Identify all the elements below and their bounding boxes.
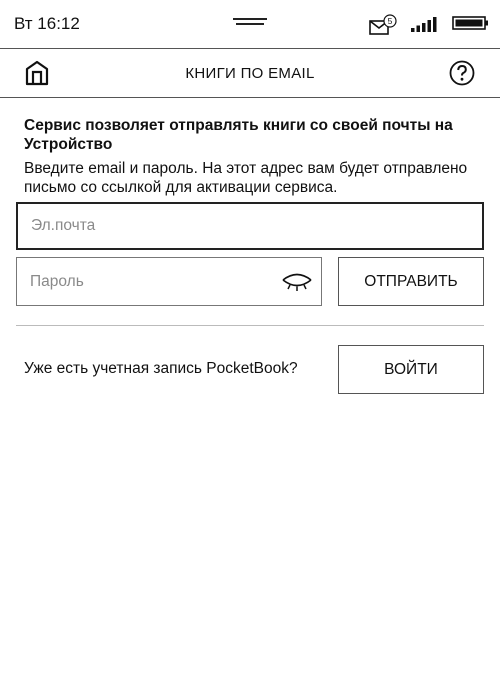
page-title: КНИГИ ПО EMAIL [185, 65, 315, 82]
intro-description: Введите email и пароль. На этот адрес ва… [24, 160, 468, 196]
email-input[interactable] [18, 204, 482, 248]
send-button[interactable]: ОТПРАВИТЬ [338, 257, 484, 306]
login-button[interactable]: ВОЙТИ [338, 345, 484, 394]
header: КНИГИ ПО EMAIL [0, 49, 500, 97]
help-icon[interactable] [449, 60, 475, 86]
email-field[interactable] [16, 202, 484, 250]
account-question: Уже есть учетная запись PocketBook? [24, 360, 298, 377]
eye-closed-icon[interactable] [281, 272, 313, 292]
menu-handle-icon[interactable] [233, 18, 267, 20]
status-time: Вт 16:12 [14, 14, 80, 33]
menu-handle-icon-line[interactable] [236, 23, 264, 25]
signal-icon [411, 17, 437, 32]
notification-count: 5 [388, 16, 393, 26]
status-bar: Вт 16:12 5 [0, 0, 500, 48]
mail-icon[interactable]: 5 [369, 14, 397, 36]
password-field[interactable] [16, 257, 322, 306]
section-divider [16, 325, 484, 326]
password-input[interactable] [17, 258, 321, 305]
header-divider [0, 97, 500, 98]
battery-icon [452, 16, 488, 30]
intro-heading: Сервис позволяет отправлять книги со сво… [24, 117, 453, 153]
